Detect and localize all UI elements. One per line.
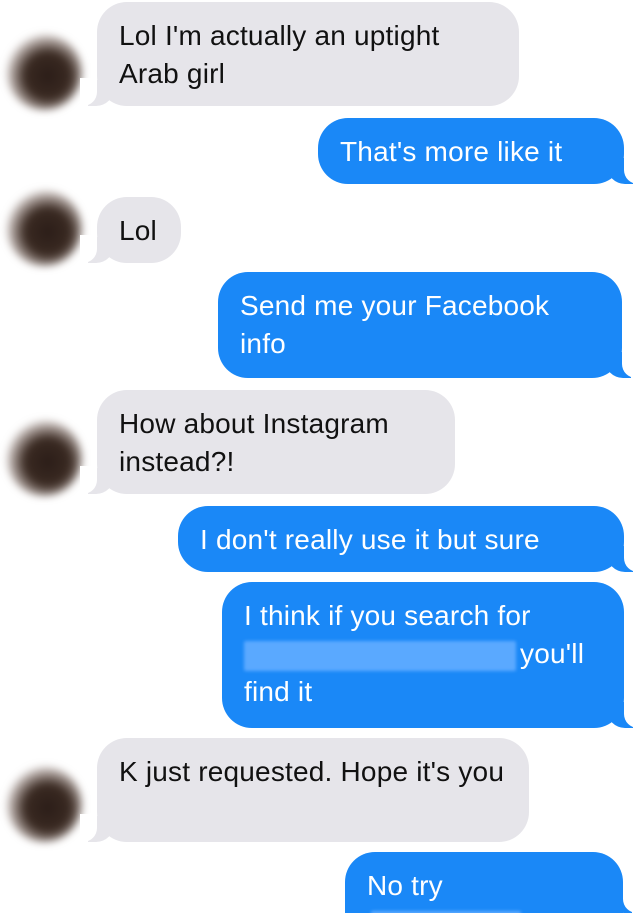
received-message-bubble[interactable]: Lol [80, 197, 181, 263]
message-thread: Lol I'm actually an uptight Arab girl Th… [0, 0, 640, 913]
sent-message-bubble[interactable]: Send me your Facebook info [218, 272, 639, 378]
message-text: I don't really use it but sure [200, 524, 540, 555]
received-message-bubble[interactable]: How about Instagram instead?! [80, 390, 455, 494]
sent-message-bubble[interactable]: I don't really use it but sure [178, 506, 640, 572]
message-text: How about Instagram instead?! [119, 408, 389, 477]
message-text: Send me your Facebook info [240, 290, 550, 359]
contact-avatar [6, 766, 82, 842]
message-text: That's more like it [340, 136, 563, 167]
contact-avatar [6, 34, 82, 110]
message-text: No try [367, 870, 443, 901]
message-text: you'll [520, 638, 585, 669]
sent-message-bubble[interactable]: No try [345, 852, 640, 913]
contact-avatar [6, 190, 82, 266]
received-message-bubble[interactable]: Lol I'm actually an uptight Arab girl [80, 2, 519, 106]
message-text: I think if you search for [244, 600, 531, 631]
sent-message-bubble[interactable]: I think if you search for you'll find it [222, 582, 640, 728]
message-text: Lol [119, 215, 157, 246]
message-text: K just requested. Hope it's you [119, 756, 505, 787]
message-text: Lol I'm actually an uptight Arab girl [119, 20, 440, 89]
contact-avatar [6, 420, 82, 496]
redacted-username [244, 640, 516, 671]
sent-message-bubble[interactable]: That's more like it [318, 118, 640, 184]
received-message-bubble[interactable]: K just requested. Hope it's you [80, 738, 529, 842]
message-text: find it [244, 676, 313, 707]
